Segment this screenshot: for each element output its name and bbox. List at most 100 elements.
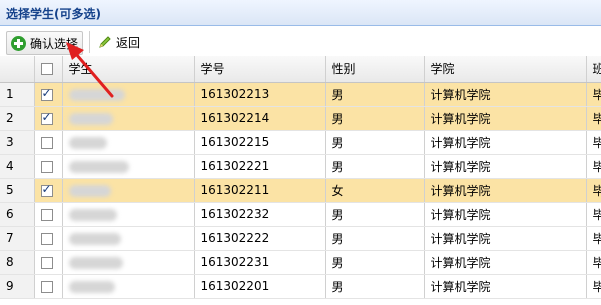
row-checkbox[interactable] xyxy=(40,208,53,221)
college-cell: 计算机学院 xyxy=(424,274,587,299)
student-id-cell: 161302214 xyxy=(194,106,326,131)
column-header-student[interactable]: 学生 xyxy=(62,56,195,83)
table-row[interactable]: 1 161302213男计算机学院毕 xyxy=(0,82,601,107)
redacted-name xyxy=(68,88,125,101)
redacted-name xyxy=(68,208,117,221)
gender-cell: 男 xyxy=(325,274,425,299)
row-number: 4 xyxy=(0,154,35,179)
row-checkbox-cell xyxy=(34,274,63,299)
college-cell: 计算机学院 xyxy=(424,106,587,131)
table-row[interactable]: 9 161302201男计算机学院毕 xyxy=(0,274,601,299)
row-checkbox-cell xyxy=(34,250,63,275)
select-all-checkbox[interactable] xyxy=(40,63,53,76)
row-checkbox[interactable] xyxy=(40,136,53,149)
gender-cell: 男 xyxy=(325,226,425,251)
row-checkbox[interactable] xyxy=(40,280,53,293)
redacted-name xyxy=(68,256,123,269)
table-row[interactable]: 4 161302221男计算机学院毕 xyxy=(0,154,601,179)
class-cell: 毕 xyxy=(586,130,601,155)
row-checkbox-cell xyxy=(34,154,63,179)
student-id-cell: 161302215 xyxy=(194,130,326,155)
table-row[interactable]: 3 161302215男计算机学院毕 xyxy=(0,130,601,155)
redacted-name xyxy=(68,184,111,197)
row-checkbox[interactable] xyxy=(40,182,53,197)
row-number: 2 xyxy=(0,106,35,131)
panel-title: 选择学生(可多选) xyxy=(6,7,101,21)
table-row[interactable]: 6 161302232男计算机学院毕 xyxy=(0,202,601,227)
college-cell: 计算机学院 xyxy=(424,82,587,107)
table-row[interactable]: 5 161302211女计算机学院毕 xyxy=(0,178,601,203)
class-cell: 毕 xyxy=(586,202,601,227)
class-cell: 毕 xyxy=(586,274,601,299)
toolbar: 确认选择 返回 xyxy=(0,26,601,56)
redacted-name xyxy=(68,112,113,125)
student-name-cell xyxy=(62,82,195,107)
student-id-cell: 161302221 xyxy=(194,154,326,179)
gender-cell: 男 xyxy=(325,130,425,155)
student-id-cell: 161302213 xyxy=(194,82,326,107)
student-name-cell xyxy=(62,274,195,299)
redacted-name xyxy=(68,232,121,245)
redacted-name xyxy=(68,136,107,149)
add-icon xyxy=(11,35,26,51)
column-header-college[interactable]: 学院 xyxy=(424,56,587,83)
gender-cell: 女 xyxy=(325,178,425,203)
class-cell: 毕 xyxy=(586,178,601,203)
student-id-cell: 161302232 xyxy=(194,202,326,227)
back-button[interactable]: 返回 xyxy=(94,31,144,53)
row-number: 6 xyxy=(0,202,35,227)
column-header-gender[interactable]: 性别 xyxy=(325,56,425,83)
row-checkbox-cell xyxy=(34,106,63,131)
student-id-cell: 161302211 xyxy=(194,178,326,203)
row-checkbox-cell xyxy=(34,202,63,227)
row-checkbox-cell xyxy=(34,130,63,155)
row-checkbox-cell xyxy=(34,82,63,107)
gender-cell: 男 xyxy=(325,154,425,179)
student-name-cell xyxy=(62,106,195,131)
row-number: 3 xyxy=(0,130,35,155)
row-number: 7 xyxy=(0,226,35,251)
column-header-id[interactable]: 学号 xyxy=(194,56,326,83)
confirm-selection-label: 确认选择 xyxy=(30,36,79,51)
row-checkbox[interactable] xyxy=(40,86,53,101)
class-cell: 毕 xyxy=(586,154,601,179)
college-cell: 计算机学院 xyxy=(424,250,587,275)
table-row[interactable]: 7 161302222男计算机学院毕 xyxy=(0,226,601,251)
row-number: 5 xyxy=(0,178,35,203)
college-cell: 计算机学院 xyxy=(424,178,587,203)
student-name-cell xyxy=(62,154,195,179)
college-cell: 计算机学院 xyxy=(424,226,587,251)
redacted-name xyxy=(68,280,115,293)
row-checkbox-cell xyxy=(34,226,63,251)
row-checkbox[interactable] xyxy=(40,110,53,125)
student-grid: 学生 学号 性别 学院 班 1161302213男计算机学院毕216130221… xyxy=(0,56,601,299)
student-id-cell: 161302222 xyxy=(194,226,326,251)
college-cell: 计算机学院 xyxy=(424,130,587,155)
row-checkbox[interactable] xyxy=(40,232,53,245)
gender-cell: 男 xyxy=(325,202,425,227)
student-name-cell xyxy=(62,130,195,155)
row-number: 9 xyxy=(0,274,35,299)
gender-cell: 男 xyxy=(325,106,425,131)
table-row[interactable]: 8 161302231男计算机学院毕 xyxy=(0,250,601,275)
class-cell: 毕 xyxy=(586,82,601,107)
row-checkbox[interactable] xyxy=(40,256,53,269)
back-label: 返回 xyxy=(116,35,141,50)
table-row[interactable]: 2 161302214男计算机学院毕 xyxy=(0,106,601,131)
row-checkbox-cell xyxy=(34,178,63,203)
student-name-cell xyxy=(62,226,195,251)
select-all-header xyxy=(34,56,63,83)
row-checkbox[interactable] xyxy=(40,160,53,173)
row-number-header xyxy=(0,56,35,83)
row-number: 1 xyxy=(0,82,35,107)
gender-cell: 男 xyxy=(325,82,425,107)
panel-title-bar: 选择学生(可多选) xyxy=(0,0,601,26)
redacted-name xyxy=(68,160,129,173)
grid-header-row: 学生 学号 性别 学院 班 xyxy=(0,56,601,83)
confirm-selection-button[interactable]: 确认选择 xyxy=(6,31,84,55)
column-header-class[interactable]: 班 xyxy=(586,56,601,83)
class-cell: 毕 xyxy=(586,250,601,275)
student-name-cell xyxy=(62,178,195,203)
student-name-cell xyxy=(62,250,195,275)
student-id-cell: 161302201 xyxy=(194,274,326,299)
